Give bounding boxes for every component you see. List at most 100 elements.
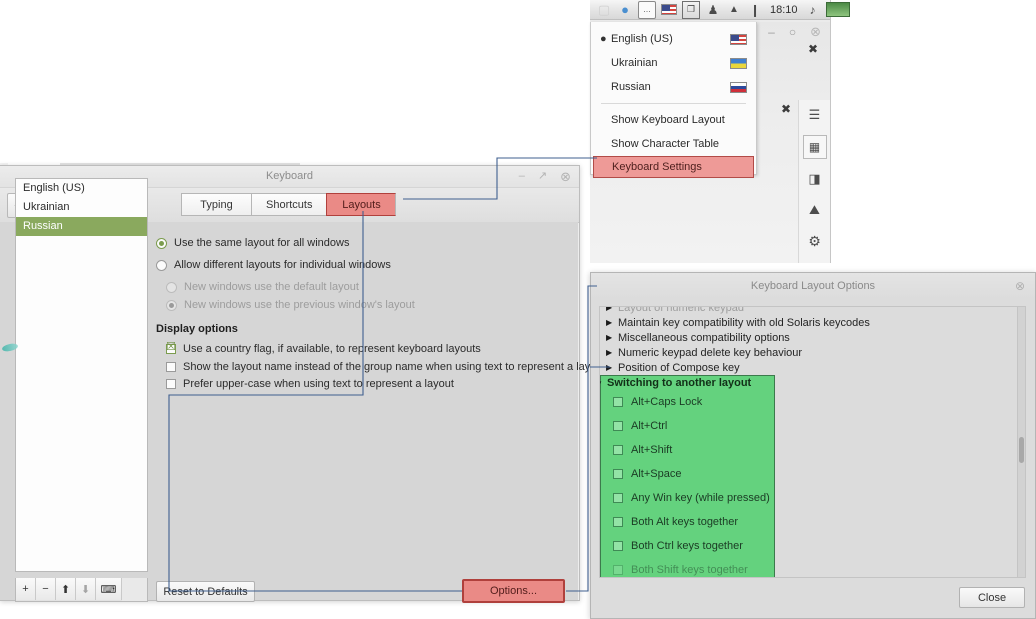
chat-icon[interactable]: … — [638, 0, 656, 19]
list-view-icon[interactable]: ▦ — [802, 135, 827, 159]
menu-item-ukrainian[interactable]: Ukrainian — [591, 51, 756, 75]
checkbox-row-both-alt-keys[interactable]: Both Alt keys together — [601, 510, 774, 534]
checkbox-row-any-win-key[interactable]: Any Win key (while pressed) — [601, 486, 774, 510]
reset-to-defaults-button[interactable]: Reset to Defaults — [156, 581, 255, 602]
tree-row-solaris-keycodes[interactable]: ▶ Maintain key compatibility with old So… — [600, 315, 1019, 330]
tree-row-compose-key[interactable]: ▶ Position of Compose key — [600, 360, 1019, 375]
radio-icon[interactable] — [156, 237, 167, 249]
close-icon[interactable]: ⊗ — [1015, 273, 1025, 299]
preview-layout-button[interactable]: ⌨ — [96, 578, 122, 600]
checkbox-icon[interactable] — [166, 379, 176, 389]
minimize-icon[interactable]: – — [519, 166, 525, 187]
music-icon[interactable]: ♪ — [805, 2, 821, 18]
menu-item-show-character-table[interactable]: Show Character Table — [591, 132, 756, 156]
add-layout-button[interactable]: + — [16, 578, 36, 600]
menu-lines-icon[interactable]: ☰ — [804, 104, 826, 126]
right-icon-rail: ☰ ▦ ◨ ⛰ ⚙ — [798, 100, 830, 263]
layout-list-toolbar: + − ⬆ ⬇ ⌨ — [15, 578, 148, 602]
checkbox-label: Both Alt keys together — [631, 516, 739, 528]
minimize-icon[interactable]: – — [768, 25, 775, 39]
screenshot-icon[interactable]: ❐ — [682, 0, 700, 19]
browser-icon[interactable]: ● — [617, 2, 633, 18]
tab-typing[interactable]: Typing — [181, 193, 251, 216]
tab-layouts[interactable]: Layouts — [326, 193, 397, 216]
tree-row-misc-compat[interactable]: ▶ Miscellaneous compatibility options — [600, 330, 1019, 345]
radio-label: Allow different layouts for individual w… — [174, 259, 391, 271]
menu-item-label: English (US) — [611, 33, 673, 45]
tree-group-header[interactable]: ▼ Switching to another layout — [600, 376, 774, 390]
close-tool-icon[interactable]: ✖ — [808, 42, 818, 56]
chevron-right-icon[interactable]: ▶ — [606, 318, 618, 327]
checkbox-row-both-ctrl-keys[interactable]: Both Ctrl keys together — [601, 534, 774, 558]
checkbox-row-alt-space[interactable]: Alt+Space — [601, 462, 774, 486]
checkbox-icon[interactable] — [166, 343, 176, 354]
keyboard-flag-icon[interactable] — [661, 2, 677, 18]
checkbox-icon[interactable] — [613, 493, 623, 503]
checkbox-row-alt-caps-lock[interactable]: Alt+Caps Lock — [601, 390, 774, 414]
checkbox-row-alt-shift[interactable]: Alt+Shift — [601, 438, 774, 462]
radio-icon[interactable] — [156, 259, 167, 271]
menu-item-english-us[interactable]: ● English (US) — [591, 27, 756, 51]
checkbox-icon[interactable] — [613, 517, 623, 527]
chevron-down-icon[interactable]: ▼ — [600, 379, 607, 388]
options-tree-scrollbar[interactable] — [1017, 306, 1026, 578]
checkbox-label: Show the layout name instead of the grou… — [183, 361, 606, 373]
list-item-russian[interactable]: Russian — [16, 217, 147, 236]
list-item-ukrainian[interactable]: Ukrainian — [16, 198, 147, 217]
maximize-icon[interactable]: ↗ — [538, 166, 547, 187]
checkbox-icon[interactable] — [613, 541, 623, 551]
scrollbar-thumb[interactable] — [1019, 437, 1024, 463]
checkbox-row-layout-name[interactable]: Show the layout name instead of the grou… — [166, 361, 606, 373]
remove-layout-button[interactable]: − — [36, 578, 56, 600]
checkbox-row-country-flag[interactable]: Use a country flag, if available, to rep… — [166, 343, 481, 355]
chevron-right-icon[interactable]: ▶ — [606, 348, 618, 357]
battery-icon[interactable]: ❙ — [747, 2, 763, 18]
picture-icon[interactable]: ⛰ — [804, 199, 826, 221]
flag-us-icon — [730, 33, 747, 45]
menu-item-russian[interactable]: Russian — [591, 75, 756, 99]
tab-shortcuts[interactable]: Shortcuts — [251, 193, 327, 216]
close-tool-icon-secondary[interactable]: ✖ — [781, 102, 791, 116]
radio-label: New windows use the default layout — [184, 281, 359, 293]
checkbox-row-both-shift-keys[interactable]: Both Shift keys together — [601, 558, 774, 577]
toolbar-spacer — [122, 578, 147, 601]
tree-row-label: Layout of numeric keypad — [618, 306, 744, 314]
radio-row-new-windows-previous: New windows use the previous window's la… — [166, 299, 415, 311]
checkbox-icon[interactable] — [613, 397, 623, 407]
edit-image-icon[interactable]: ◨ — [804, 168, 826, 190]
checkbox-icon[interactable] — [166, 362, 176, 372]
wifi-icon[interactable]: ▲ — [726, 2, 742, 18]
list-item-english-us[interactable]: English (US) — [16, 179, 147, 198]
move-up-button[interactable]: ⬆ — [56, 578, 76, 600]
display-icon[interactable] — [825, 2, 850, 17]
settings-tabs: Typing Shortcuts Layouts — [181, 193, 397, 216]
menu-item-keyboard-settings[interactable]: Keyboard Settings — [593, 156, 754, 178]
chevron-right-icon[interactable]: ▶ — [606, 363, 618, 372]
layout-list[interactable]: English (US) Ukrainian Russian — [15, 178, 148, 572]
settings-gear-icon[interactable]: ⚙ — [804, 230, 826, 252]
chevron-right-icon[interactable]: ▶ — [606, 333, 618, 342]
checkbox-icon[interactable] — [613, 565, 623, 575]
checkbox-icon[interactable] — [613, 445, 623, 455]
tree-row-keypad-delete[interactable]: ▶ Numeric keypad delete key behaviour — [600, 345, 1019, 360]
maximize-icon[interactable]: ○ — [789, 25, 796, 39]
close-icon[interactable]: ⊗ — [810, 24, 821, 40]
tree-row-numeric-keypad-layout[interactable]: ▶ Layout of numeric keypad — [600, 306, 1019, 315]
app-window-icon[interactable]: ▢ — [596, 2, 612, 18]
radio-row-same-layout[interactable]: Use the same layout for all windows — [156, 237, 349, 249]
checkbox-icon[interactable] — [613, 469, 623, 479]
close-icon[interactable]: ⊗ — [560, 166, 571, 187]
chevron-right-icon[interactable]: ▶ — [606, 307, 618, 312]
checkbox-row-alt-ctrl[interactable]: Alt+Ctrl — [601, 414, 774, 438]
options-tree[interactable]: ▶ Layout of numeric keypad ▶ Maintain ke… — [599, 306, 1020, 578]
user-icon[interactable]: ♟ — [705, 2, 721, 18]
close-button[interactable]: Close — [959, 587, 1025, 608]
menu-item-show-keyboard-layout[interactable]: Show Keyboard Layout — [591, 108, 756, 132]
background-window-controls: – ○ ⊗ — [752, 22, 830, 42]
radio-row-different-layouts[interactable]: Allow different layouts for individual w… — [156, 259, 391, 271]
system-tray: ▢ ● … ❐ ♟ ▲ ❙ 18:10 ♪ — [590, 0, 850, 20]
options-button[interactable]: Options... — [462, 579, 565, 603]
checkbox-row-upper-case[interactable]: Prefer upper-case when using text to rep… — [166, 378, 454, 390]
checkbox-label: Alt+Shift — [631, 444, 673, 456]
checkbox-icon[interactable] — [613, 421, 623, 431]
